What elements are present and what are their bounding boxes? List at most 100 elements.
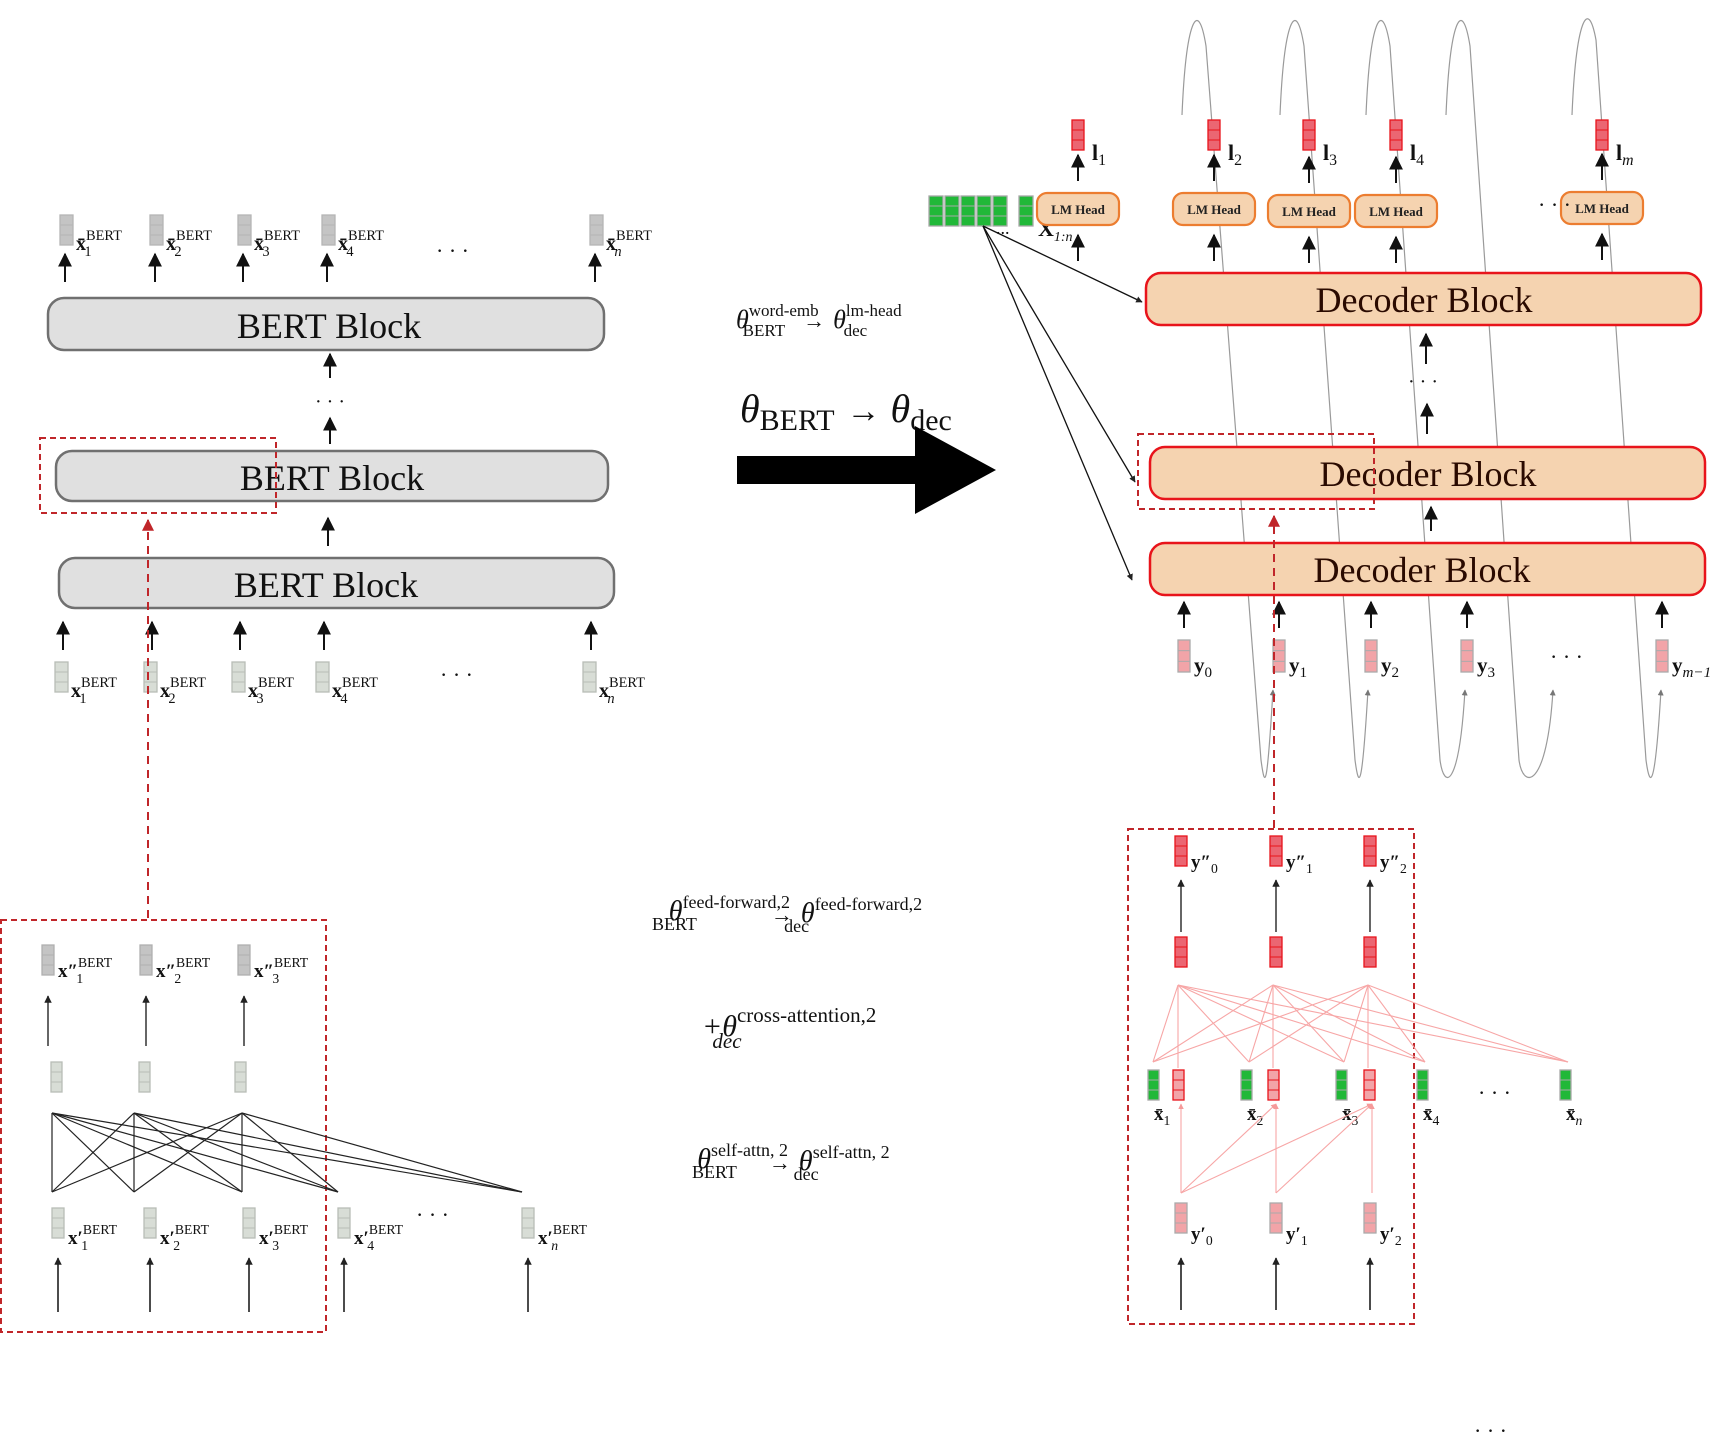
- bert-detail-output-label: x″BERT 2: [156, 955, 211, 986]
- bert-input-vector: [143, 661, 158, 693]
- bert-output-label: x̄BERT n: [606, 228, 652, 260]
- bert-output-vector: [149, 214, 164, 246]
- self-attn-mapping: θself-attn, 2 BERT → θself-attn, 2 dec: [692, 1140, 890, 1184]
- bert-input-vector: [582, 661, 597, 693]
- cross-attention-edge: [1177, 984, 1426, 1063]
- bert-detail-input-label: x′BERT 1: [68, 1222, 118, 1253]
- decoder-detail-encoder-label: x̄2: [1247, 1104, 1264, 1128]
- bert-input-label: xBERT n: [599, 675, 645, 707]
- bert-input-label: xBERT 1: [71, 675, 117, 707]
- cross-attention-mapping: +θcross-attention,2 dec: [702, 1003, 876, 1053]
- bert-detail-hidden-vector: [50, 1061, 63, 1093]
- lm-head[interactable]: LM Head: [1266, 193, 1352, 229]
- bert-detail-hidden-vector: [234, 1061, 247, 1093]
- decoder-detail-input-vectors: y′0 y′1 y′2: [1174, 1202, 1402, 1310]
- decoder-detail-output-vector: [1363, 835, 1377, 867]
- bert-detail-output-vector: [237, 944, 251, 976]
- decoder-detail-hidden-vectors: [1174, 936, 1377, 968]
- logit-label: lm: [1616, 140, 1634, 169]
- decoder-detail-output-vector: [1269, 835, 1283, 867]
- logit-vector: [1302, 119, 1316, 151]
- decoder-detail-output-vector: [1174, 835, 1188, 867]
- bert-input-vector: [315, 661, 330, 693]
- decoder-detail-hidden-vector: [1363, 936, 1377, 968]
- lm-head[interactable]: LM Head: [1559, 190, 1645, 226]
- decoder-detail-output-vectors: y″0 y″1 y″2: [1174, 835, 1407, 932]
- cross-attention-edge: [1152, 984, 1179, 1063]
- bert-output-label: x̄BERT 1: [76, 228, 122, 260]
- footer-ellipsis: · · ·: [1474, 1418, 1507, 1440]
- lm-head-label: LM Head: [1282, 204, 1337, 219]
- encoder-hidden-states: [928, 195, 1034, 227]
- decoder-detail-encoder-vector: [1416, 1069, 1429, 1101]
- bert-detail-input-vector: [51, 1207, 65, 1239]
- decoder-detail-self-attn-vector: [1267, 1069, 1280, 1101]
- encoder-state-vector: [960, 195, 976, 227]
- lm-head[interactable]: LM Head: [1171, 191, 1257, 227]
- bert-detail-input-vector: [242, 1207, 256, 1239]
- bert-output-vector: [321, 214, 336, 246]
- decoder-cross-attention-lines: [1152, 984, 1569, 1068]
- bert-output-label: x̄BERT 3: [254, 228, 300, 260]
- logit-vector: [1389, 119, 1403, 151]
- decoder-detail-self-attn-vector: [1172, 1069, 1185, 1101]
- bert-stack: x̄BERT 1 x̄BERT 2 x̄BERT 3 x̄BERT 4 x̄BERT n · · …: [39, 214, 652, 918]
- self-attention-edge: [1275, 1103, 1373, 1194]
- cross-attention-edge: [1272, 984, 1569, 1063]
- bert-block-bottom-label: BERT Block: [234, 565, 418, 605]
- lm-head[interactable]: LM Head: [1353, 193, 1439, 229]
- decoder-layers-ellipsis: · · ·: [1408, 371, 1438, 393]
- bert-detail-input-label: x′BERT 2: [160, 1222, 210, 1253]
- bert-input-label: xBERT 2: [160, 675, 206, 707]
- cross-attention-edge: [1367, 984, 1569, 1063]
- decoder-input-vector: [1655, 639, 1669, 673]
- bert-output-vector: [589, 214, 604, 246]
- lm-head-label: LM Head: [1575, 201, 1630, 216]
- decoder-input-vector: [1460, 639, 1474, 673]
- bert-detail-input-vector: [521, 1207, 535, 1239]
- bert-detail-hidden-vectors: [50, 1061, 247, 1093]
- logit-vector: [1207, 119, 1221, 151]
- cross-attn-arrow-icon: [982, 225, 1136, 483]
- diagram-canvas: x̄BERT 1 x̄BERT 2 x̄BERT 3 x̄BERT 4 x̄BERT n · · …: [0, 18, 1711, 1440]
- bert-outputs-ellipsis: · · ·: [436, 238, 469, 263]
- bert-detail-output-vector: [139, 944, 153, 976]
- cross-attn-arrow-icon: [982, 225, 1133, 581]
- attention-edge: [241, 1112, 339, 1193]
- attention-edge: [133, 1112, 339, 1193]
- decoder-detail-encoder-label: x̄n: [1566, 1104, 1583, 1128]
- bert-self-attention-lines: [51, 1112, 523, 1193]
- loop-curve: [1571, 18, 1664, 779]
- bert-detail-output-label: x″BERT 3: [254, 955, 309, 986]
- big-right-arrow-icon: [737, 426, 996, 514]
- decoder-detail-encoder-label: x̄4: [1423, 1104, 1440, 1128]
- decoder-detail-encoder-label: x̄1: [1154, 1104, 1171, 1128]
- decoder-detail-encoder-vector: [1147, 1069, 1160, 1101]
- decoder-detail-encoder-vector: [1335, 1069, 1348, 1101]
- autoregressive-loops: [1181, 18, 1664, 779]
- decoder-detail-output-label: y″1: [1286, 852, 1313, 876]
- decoder-detail-encoder-vector: [1559, 1069, 1572, 1101]
- decoder-input-label: y1: [1289, 653, 1307, 681]
- decoder-detail-input-label: y′1: [1286, 1224, 1308, 1248]
- decoder-detail-input-vector: [1174, 1202, 1188, 1234]
- decoder-block-top-label: Decoder Block: [1316, 280, 1533, 320]
- bert-detail-input-vectors: x′BERT 1 x′BERT 2 x′BERT 3 x′BERT 4 x′BERT n: [51, 1207, 588, 1312]
- lm-head-label: LM Head: [1051, 202, 1106, 217]
- logit-vectors: l1 l2 l3 l4 lm: [1071, 119, 1634, 169]
- bert-detail-input-label: x′BERT 4: [354, 1222, 404, 1253]
- bert-detail-output-vectors: x″BERT 1 x″BERT 2 x″BERT 3: [41, 944, 309, 1046]
- encoder-state-vector: [928, 195, 944, 227]
- encoder-state-vector: [944, 195, 960, 227]
- bert-detail-input-label: x′BERT n: [538, 1222, 588, 1253]
- decoder-detail-output-label: y″2: [1380, 852, 1407, 876]
- bert-input-label: xBERT 3: [248, 675, 294, 707]
- attention-edge: [133, 1112, 523, 1193]
- logit-label: l3: [1323, 140, 1337, 169]
- lm-head[interactable]: LM Head: [1035, 191, 1121, 227]
- bert-detail-input-label: x′BERT 3: [259, 1222, 309, 1253]
- decoder-detail-encoder-vectors: x̄1x̄2x̄3x̄4x̄n: [1147, 1069, 1583, 1128]
- bert-detail-ellipsis: · · ·: [416, 1202, 449, 1227]
- decoder-self-attention-lines: [1178, 1103, 1375, 1194]
- decoder-detail-input-label: y′2: [1380, 1224, 1402, 1248]
